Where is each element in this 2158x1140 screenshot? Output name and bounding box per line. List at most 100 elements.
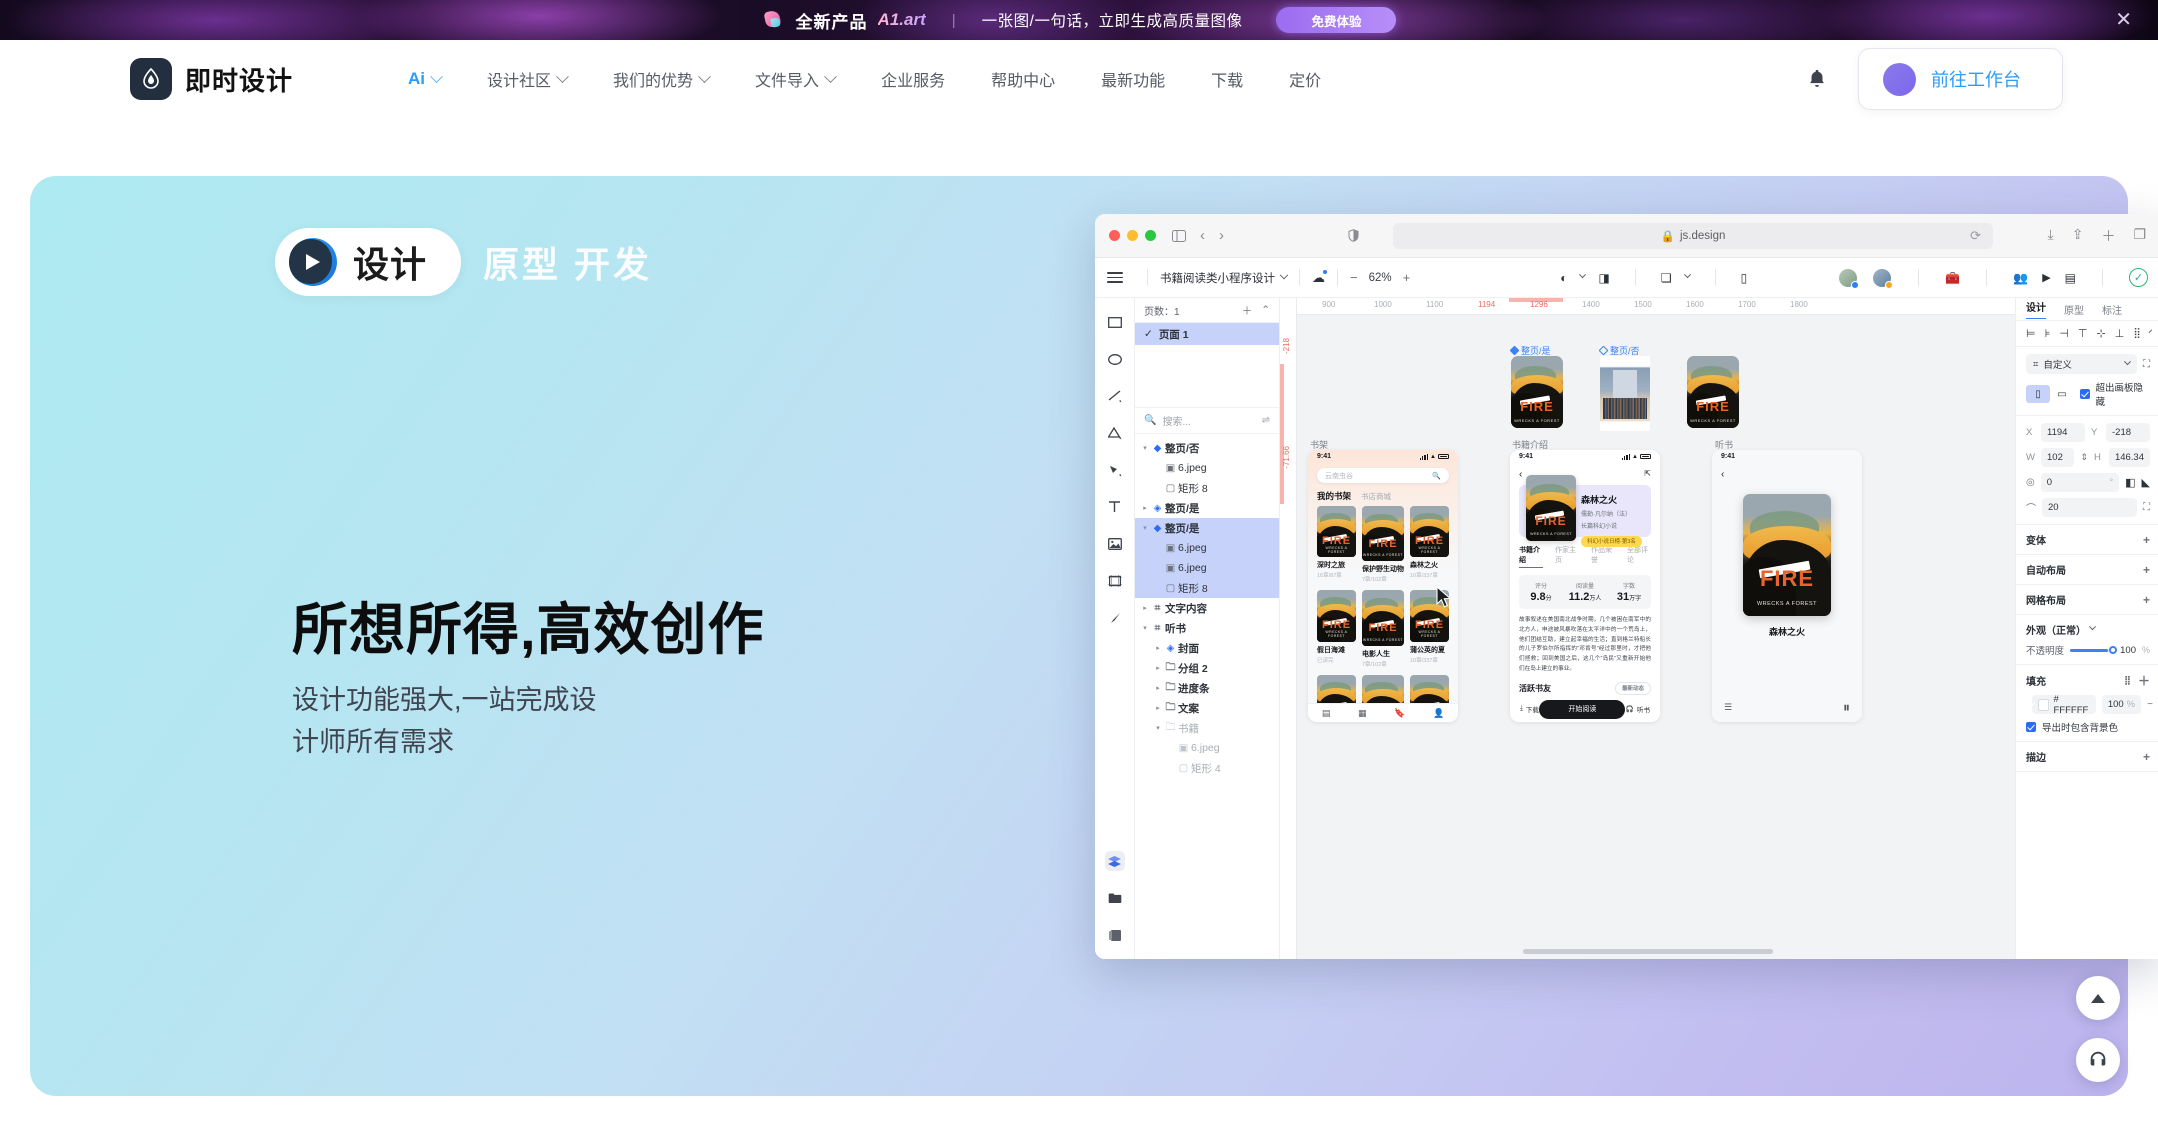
phone-mockup-bookdetail[interactable]: 9:41 ▲ ‹ ⇱ FIRE WRECKS A FOREST 森林之火 儒勒·… xyxy=(1510,450,1660,722)
tab-annotate[interactable]: 标注 xyxy=(2102,302,2122,317)
support-button[interactable] xyxy=(2076,1038,2120,1082)
layer-row[interactable]: ▸ 🗀 分组 2 xyxy=(1135,658,1279,678)
scale-icon[interactable]: ⛶ xyxy=(2143,359,2150,370)
triangle-icon[interactable] xyxy=(1105,423,1125,443)
mask-icon[interactable]: ◨ xyxy=(1598,271,1609,285)
zoom-in-button[interactable]: + xyxy=(1403,270,1411,285)
corner-expand-icon[interactable]: ⛶ xyxy=(2143,502,2150,513)
reload-icon[interactable]: ⟳ xyxy=(1970,228,1981,244)
tab-comments[interactable]: 全部评论 xyxy=(1627,545,1651,568)
portrait-icon[interactable]: ▯ xyxy=(2026,385,2050,403)
remove-fill-button[interactable]: − xyxy=(2147,699,2153,710)
layer-row[interactable]: ▣ 6.jpeg xyxy=(1135,458,1279,478)
book-icon[interactable]: ▤ xyxy=(1322,708,1331,719)
add-stroke-button[interactable]: + xyxy=(2143,750,2150,764)
view-mode-icon[interactable]: ◐ xyxy=(1560,271,1567,285)
twisty-icon[interactable]: ▸ xyxy=(1140,504,1150,512)
align-middle-v-icon[interactable]: ⊹ xyxy=(2097,327,2106,340)
twisty-icon[interactable]: ▾ xyxy=(1140,444,1150,452)
cloud-sync-icon[interactable]: ☁ xyxy=(1312,269,1327,286)
book-card[interactable]: FIRE WRECKS A FOREST 假日海滩 已读完 xyxy=(1317,590,1356,667)
layer-row[interactable]: ▸ 🗀 文案 xyxy=(1135,698,1279,718)
device-preview-icon[interactable]: ▯ xyxy=(1741,271,1748,285)
layer-row[interactable]: ▾ 🗀 书籍 xyxy=(1135,718,1279,738)
minimize-icon[interactable] xyxy=(1127,230,1138,241)
layer-row[interactable]: ▢ 矩形 4 xyxy=(1135,758,1279,778)
frame-preset-select[interactable]: ⌗ 自定义 xyxy=(2026,354,2137,374)
layer-row[interactable]: ▢ 矩形 8 xyxy=(1135,578,1279,598)
fill-style-icon[interactable]: ⣿ xyxy=(2124,675,2131,686)
brush-icon[interactable] xyxy=(1105,608,1125,628)
back-icon[interactable]: ‹ xyxy=(1200,227,1205,244)
tab-intro[interactable]: 书籍介绍 xyxy=(1519,545,1543,568)
close-icon[interactable]: ✕ xyxy=(2115,10,2132,30)
distribute-icon[interactable]: ⣿ xyxy=(2133,328,2140,339)
rotation-input[interactable]: 0 ° xyxy=(2040,473,2120,492)
filter-icon[interactable]: ⇌ xyxy=(1262,415,1270,426)
design-canvas[interactable]: 900 1000 1100 1194 1296 1400 1500 1600 1700 1800 … xyxy=(1280,298,2015,959)
bell-icon[interactable] xyxy=(1806,67,1828,91)
newtab-icon[interactable]: ＋ xyxy=(2101,226,2115,246)
layer-row[interactable]: ▸ ⌗ 文字内容 xyxy=(1135,598,1279,618)
assets-icon[interactable] xyxy=(1105,888,1125,908)
rectangle-icon[interactable] xyxy=(1105,312,1125,332)
window-controls[interactable] xyxy=(1109,230,1156,241)
y-input[interactable]: -218 xyxy=(2106,423,2150,442)
zoom-controls[interactable]: − 62% + xyxy=(1350,270,1410,285)
twisty-icon[interactable]: ▾ xyxy=(1153,724,1163,732)
image-icon[interactable] xyxy=(1105,534,1125,554)
download-action[interactable]: ⤓ 下载 xyxy=(1520,704,1539,714)
listen-controls[interactable]: ☰ ⏸ xyxy=(1712,699,1862,716)
document-name[interactable]: 书籍阅读类小程序设计 xyxy=(1160,270,1289,286)
fill-opacity-input[interactable]: 100 xyxy=(2108,699,2124,710)
bookshelf-tabs[interactable]: 我的书架 书店商城 xyxy=(1308,483,1458,506)
twisty-icon[interactable]: ▸ xyxy=(1153,684,1163,692)
team-icon[interactable]: 👥 xyxy=(2013,271,2028,285)
grid-icon[interactable]: ▦ xyxy=(1358,708,1367,719)
pause-icon[interactable]: ⏸ xyxy=(1843,699,1850,716)
tab-bookstore[interactable]: 书店商城 xyxy=(1361,491,1391,502)
chevron-up-icon[interactable]: ⌃ xyxy=(1261,304,1270,316)
twisty-icon[interactable]: ▸ xyxy=(1153,664,1163,672)
twisty-icon[interactable]: ▸ xyxy=(1153,704,1163,712)
h-input[interactable]: 146.34 xyxy=(2108,448,2150,467)
fill-hex-input[interactable]: # FFFFFF xyxy=(2054,694,2090,716)
add-gridlayout-button[interactable]: + xyxy=(2143,593,2150,607)
present-icon[interactable]: ▶ xyxy=(2042,271,2050,284)
link-icon[interactable]: ⇕ xyxy=(2080,452,2088,463)
align-left-icon[interactable]: ⊨ xyxy=(2026,327,2036,340)
book-card[interactable]: FIRE WRECKS A FOREST 深时之旅 16章/87章 xyxy=(1317,506,1356,583)
twisty-icon[interactable]: ▾ xyxy=(1140,524,1150,532)
corner-radius-input[interactable]: 20 xyxy=(2042,498,2137,517)
back-icon[interactable]: ‹ xyxy=(1519,469,1522,480)
nav-item-advantages[interactable]: 我们的优势 xyxy=(613,67,711,91)
component-icon[interactable]: ❏ xyxy=(1661,271,1672,285)
flip-horizontal-icon[interactable]: ◧ xyxy=(2125,476,2135,489)
line-icon[interactable] xyxy=(1105,386,1125,406)
flip-vertical-icon[interactable]: ◣ xyxy=(2142,476,2150,489)
layer-row[interactable]: ▾ ◆ 整页/是 xyxy=(1135,518,1279,538)
tabs-icon[interactable]: ❐ xyxy=(2133,226,2146,246)
shield-icon[interactable] xyxy=(1348,229,1359,242)
layer-row[interactable]: ▣ 6.jpeg xyxy=(1135,538,1279,558)
twisty-icon[interactable]: ▾ xyxy=(1140,624,1150,632)
book-card[interactable]: FIRE WRECKS A FOREST 电影人生 7章/102章 xyxy=(1362,590,1404,668)
pen-icon[interactable] xyxy=(1105,460,1125,480)
layers-search-input[interactable]: 搜索... xyxy=(1162,413,1255,428)
toolbox-icon[interactable]: 🧰 xyxy=(1945,271,1960,285)
download-icon[interactable]: ⤓ xyxy=(2048,226,2054,246)
goto-workbench-button[interactable]: 前往工作台 xyxy=(1858,48,2063,110)
nav-item-import[interactable]: 文件导入 xyxy=(755,67,837,91)
book-card[interactable]: FIRE WRECKS A FOREST 保护野生动物 7章/102章 xyxy=(1362,506,1404,583)
w-input[interactable]: 102 xyxy=(2041,448,2075,467)
layer-row[interactable]: ▾ ⌗ 听书 xyxy=(1135,618,1279,638)
export-bg-checkbox[interactable] xyxy=(2026,722,2036,732)
nav-item-whatsnew[interactable]: 最新功能 xyxy=(1101,67,1165,91)
promo-cta-button[interactable]: 免费体验 xyxy=(1276,7,1397,33)
collaborator-avatar[interactable] xyxy=(1838,267,1860,289)
layer-row[interactable]: ▸ ◈ 整页/是 xyxy=(1135,498,1279,518)
components-icon[interactable] xyxy=(1105,925,1125,945)
layers-icon[interactable] xyxy=(1104,851,1125,871)
scroll-top-button[interactable] xyxy=(2076,976,2120,1020)
logo[interactable]: 即时设计 xyxy=(130,58,293,100)
